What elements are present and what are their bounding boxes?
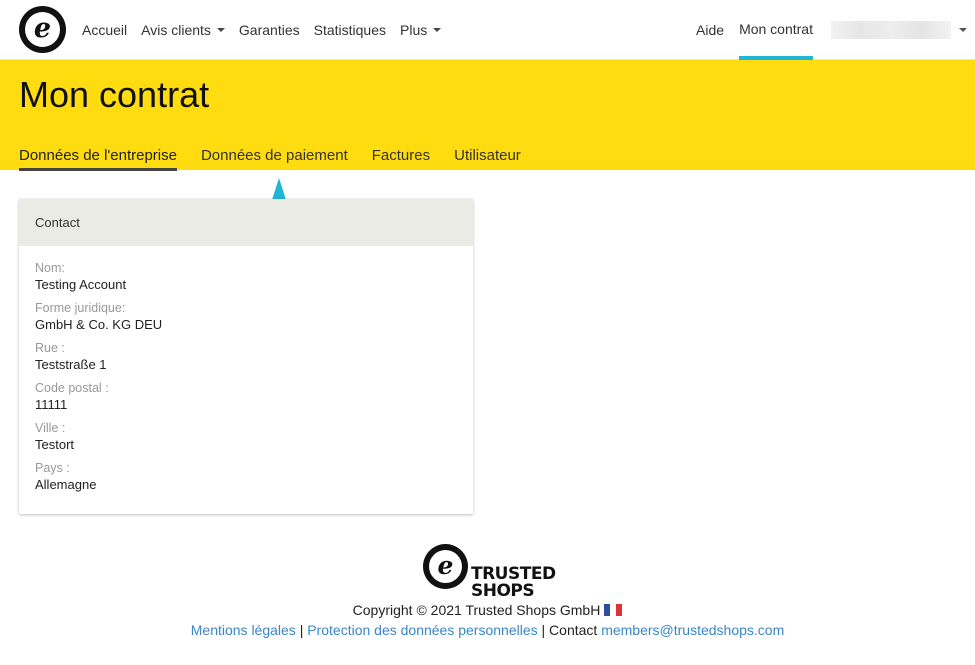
- field-code-postal: Code postal : 11111: [35, 381, 457, 413]
- link-mentions-legales[interactable]: Mentions légales: [191, 622, 296, 638]
- nav-item-accueil[interactable]: Accueil: [82, 22, 127, 38]
- field-ville: Ville : Testort: [35, 421, 457, 453]
- nav-item-label: Mon contrat: [739, 21, 813, 37]
- footer-links: Mentions légales | Protection des donnée…: [0, 622, 975, 638]
- field-value: Allemagne: [35, 477, 97, 492]
- field-value: GmbH & Co. KG DEU: [35, 317, 163, 332]
- nav-right: Aide Mon contrat: [696, 0, 975, 60]
- footer-separator: |: [537, 622, 550, 638]
- nav-item-avis-clients[interactable]: Avis clients: [141, 22, 225, 38]
- link-contact-email[interactable]: members@trustedshops.com: [601, 622, 784, 638]
- card-body: Nom: Testing Account Forme juridique: Gm…: [19, 246, 473, 493]
- caret-down-icon: [216, 28, 225, 32]
- nav-item-label: Plus: [400, 22, 428, 38]
- nav-item-label: Avis clients: [141, 22, 211, 38]
- page-title: Mon contrat: [19, 74, 210, 115]
- field-label: Code postal :: [35, 381, 109, 395]
- field-label: Rue :: [35, 341, 65, 355]
- footer-logo-glyph: e: [437, 551, 454, 580]
- field-pays: Pays : Allemagne: [35, 461, 457, 493]
- footer-copyright: Copyright © 2021 Trusted Shops GmbH: [0, 602, 975, 618]
- caret-down-icon: [433, 28, 442, 32]
- tab-utilisateur[interactable]: Utilisateur: [454, 147, 521, 171]
- field-label: Pays :: [35, 461, 70, 475]
- field-value: Testort: [35, 437, 75, 452]
- top-navbar: e Accueil Avis clients Garanties Statist…: [0, 0, 975, 60]
- field-value: 11111: [35, 397, 68, 412]
- footer-trusted-shops-logo: e TRUSTED SHOPS: [423, 544, 563, 600]
- footer-separator: |: [295, 622, 308, 638]
- nav-item-garanties[interactable]: Garanties: [239, 22, 300, 38]
- page-header: Mon contrat Données de l'entreprise Donn…: [0, 60, 975, 171]
- footer-logo-inner: e: [429, 550, 462, 583]
- field-forme-juridique: Forme juridique: GmbH & Co. KG DEU: [35, 301, 457, 333]
- field-label: Forme juridique:: [35, 301, 126, 315]
- card-title: Contact: [19, 199, 473, 246]
- france-flag-icon: [604, 603, 623, 616]
- field-value: Testing Account: [35, 277, 127, 292]
- link-protection-donnees[interactable]: Protection des données personnelles: [307, 622, 537, 638]
- footer-logo-word-shops: SHOPS: [471, 581, 535, 601]
- field-value: Teststraße 1: [35, 357, 107, 372]
- field-rue: Rue : Teststraße 1: [35, 341, 457, 373]
- field-nom: Nom: Testing Account: [35, 261, 457, 293]
- account-name-redacted[interactable]: [831, 21, 951, 39]
- field-label: Nom:: [35, 261, 65, 275]
- nav-item-plus[interactable]: Plus: [400, 22, 442, 38]
- trusted-shops-logo[interactable]: e: [19, 6, 66, 53]
- copyright-text: Copyright © 2021 Trusted Shops GmbH: [352, 602, 601, 618]
- nav-item-label: Accueil: [82, 22, 128, 38]
- contact-card: Contact Nom: Testing Account Forme jurid…: [19, 199, 473, 514]
- contract-tabs: Données de l'entreprise Données de paiem…: [19, 147, 545, 171]
- nav-item-label: Garanties: [238, 22, 300, 38]
- logo-glyph: e: [33, 13, 52, 44]
- nav-item-mon-contrat[interactable]: Mon contrat: [739, 0, 813, 60]
- field-label: Ville :: [35, 421, 66, 435]
- nav-item-aide[interactable]: Aide: [696, 22, 724, 38]
- footer-logo-circle: e: [423, 544, 468, 589]
- logo-inner-circle: e: [25, 12, 60, 47]
- nav-item-statistiques[interactable]: Statistiques: [314, 22, 386, 38]
- contact-label: Contact: [549, 622, 598, 638]
- main-nav: Accueil Avis clients Garanties Statistiq…: [82, 0, 455, 60]
- tab-donnees-entreprise[interactable]: Données de l'entreprise: [19, 147, 177, 171]
- tab-donnees-paiement[interactable]: Données de paiement: [201, 147, 348, 171]
- tab-factures[interactable]: Factures: [372, 147, 430, 171]
- nav-item-label: Statistiques: [313, 22, 386, 38]
- account-caret-down-icon[interactable]: [959, 28, 967, 32]
